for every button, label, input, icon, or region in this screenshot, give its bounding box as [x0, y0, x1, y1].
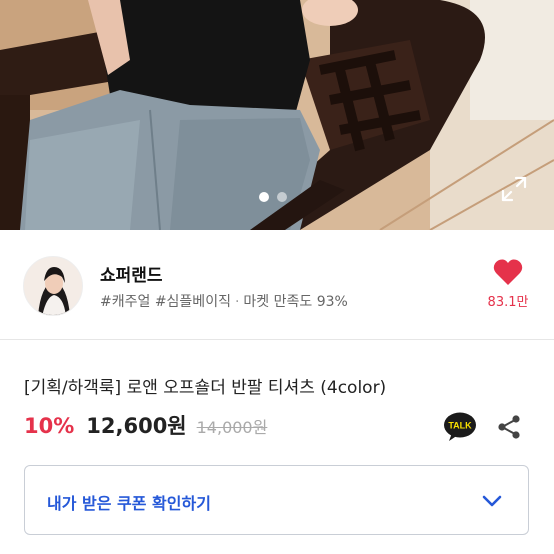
- heart-icon[interactable]: [493, 258, 523, 286]
- original-price: 14,000원: [196, 418, 268, 437]
- shop-hashtags: #캐주얼 #심플베이직: [100, 294, 231, 310]
- shop-tags-line: #캐주얼 #심플베이직 · 마켓 만족도 93%: [100, 291, 348, 311]
- kakao-talk-button[interactable]: TALK: [443, 411, 477, 443]
- sale-price: 12,600원: [86, 414, 187, 438]
- market-satisfaction: 마켓 만족도 93%: [243, 294, 348, 310]
- expand-icon[interactable]: [500, 175, 528, 203]
- chevron-down-icon: [481, 490, 503, 512]
- carousel-indicator: [259, 192, 287, 202]
- share-button[interactable]: [496, 414, 522, 440]
- like-button[interactable]: [488, 258, 528, 290]
- share-icon[interactable]: [496, 414, 522, 440]
- product-image[interactable]: [0, 0, 554, 230]
- kakao-talk-icon[interactable]: TALK: [443, 411, 477, 443]
- coupon-check-button[interactable]: 내가 받은 쿠폰 확인하기: [24, 465, 529, 535]
- like-count: 83.1만: [487, 295, 529, 310]
- product-title: [기획/하객룩] 로앤 오프숄더 반팔 티셔츠 (4color): [24, 378, 387, 398]
- carousel-dot[interactable]: [277, 192, 287, 202]
- shop-info: 쇼퍼랜드 #캐주얼 #심플베이직 · 마켓 만족도 93% 83.1만: [0, 230, 554, 340]
- shop-name[interactable]: 쇼퍼랜드: [100, 261, 163, 286]
- shop-avatar[interactable]: [23, 256, 83, 316]
- coupon-label: 내가 받은 쿠폰 확인하기: [47, 494, 211, 513]
- carousel-dot-active[interactable]: [259, 192, 269, 202]
- price-row: 10% 12,600원 14,000원: [24, 410, 267, 442]
- talk-badge-text: TALK: [448, 421, 472, 431]
- tag-separator: ·: [234, 294, 240, 310]
- discount-rate: 10%: [24, 414, 75, 438]
